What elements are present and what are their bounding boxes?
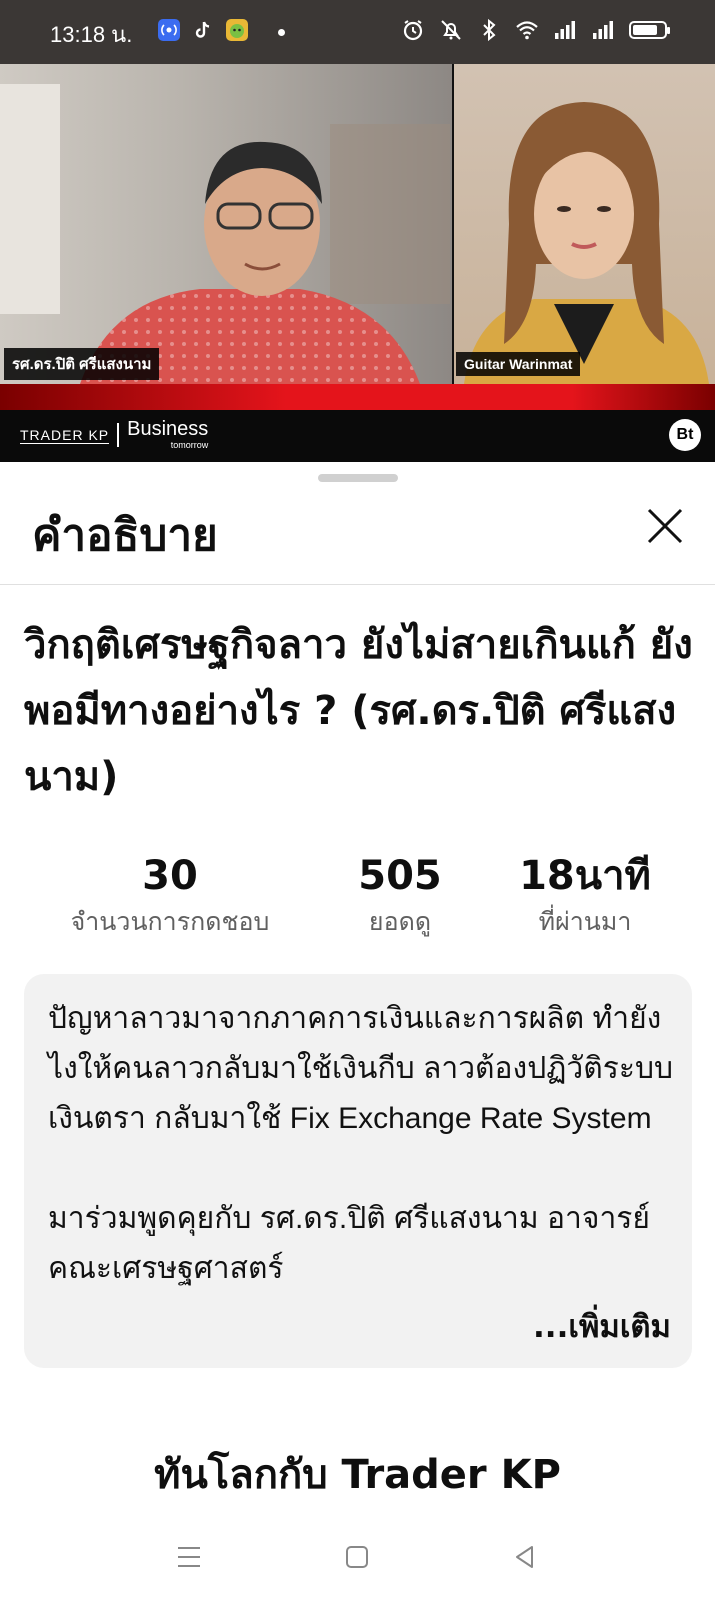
time-stat: 18นาที ที่ผ่านมา <box>500 850 670 942</box>
brand-trader-text: TRADER KP <box>20 426 110 444</box>
lower-third-band <box>0 384 715 410</box>
sheet-drag-handle[interactable] <box>318 474 398 482</box>
sheet-divider <box>0 584 715 585</box>
alarm-icon <box>403 20 423 41</box>
menu-icon[interactable] <box>174 1542 204 1572</box>
person-left-figure <box>0 84 450 384</box>
description-sheet: คำอธิบาย วิกฤติเศรษฐกิจลาว ยังไม่สายเกิน… <box>0 462 715 1508</box>
time-ago-value: 18นาที <box>519 853 651 899</box>
radio-app-icon <box>158 19 180 41</box>
notification-dot-icon <box>278 29 285 36</box>
likes-stat: 30 จำนวนการกดชอบ <box>50 850 290 942</box>
views-stat: 505 ยอดดู <box>330 850 470 942</box>
wifi-icon <box>516 21 538 40</box>
home-icon[interactable] <box>342 1542 372 1572</box>
brand-separator <box>117 423 120 447</box>
views-count: 505 <box>358 853 442 899</box>
brand-logo: TRADER KP Business tomorrow <box>20 418 209 450</box>
close-icon[interactable] <box>643 504 687 548</box>
mute-icon <box>441 20 461 40</box>
status-icons <box>401 18 670 42</box>
description-text: ปัญหาลาวมาจากภาคการเงินและการผลิต ทำยังไ… <box>48 994 688 1294</box>
brand-business-block: Business tomorrow <box>127 418 209 450</box>
sheet-title: คำอธิบาย <box>32 510 218 561</box>
next-section-title: ทันโลกกับ Trader KP <box>154 1452 561 1498</box>
signal-icon <box>593 21 613 39</box>
bluetooth-icon <box>483 18 496 42</box>
description-paragraph-1: ปัญหาลาวมาจากภาคการเงินและการผลิต ทำยังไ… <box>48 1002 674 1135</box>
back-icon[interactable] <box>510 1542 540 1572</box>
brand-tomorrow-text: tomorrow <box>170 440 209 450</box>
video-feed-right <box>454 64 715 384</box>
guest-right-name-tag: Guitar Warinmat <box>456 352 581 376</box>
views-label: ยอดดู <box>368 907 432 936</box>
system-nav-bar <box>0 1508 715 1600</box>
likes-label: จำนวนการกดชอบ <box>70 907 270 936</box>
guest-left-name-tag: รศ.ดร.ปิติ ศรีแสงนาม <box>4 348 160 380</box>
likes-count: 30 <box>142 853 198 899</box>
video-title: วิกฤติเศรษฐกิจลาว ยังไม่สายเกินแก้ ยังพอ… <box>24 622 693 800</box>
channel-logo-icon: Bt <box>669 419 701 451</box>
battery-icon <box>629 21 670 39</box>
tiktok-icon <box>192 19 214 41</box>
status-time: 13:18 น. <box>50 22 133 47</box>
time-ago-label: ที่ผ่านมา <box>538 907 632 936</box>
show-more-button[interactable]: ...เพิ่มเติม <box>499 1302 671 1352</box>
video-player[interactable]: รศ.ดร.ปิติ ศรีแสงนาม Guitar Warinmat TRA… <box>0 64 715 462</box>
signal-icon <box>555 21 575 39</box>
description-paragraph-2: มาร่วมพูดคุยกับ รศ.ดร.ปิติ ศรีแสงนาม อาจ… <box>48 1202 650 1285</box>
status-bar: 13:18 น. <box>0 0 715 64</box>
brand-business-text: Business <box>127 418 209 440</box>
game-app-icon <box>226 19 248 41</box>
person-right-figure <box>464 102 709 384</box>
video-feed-left <box>0 64 452 384</box>
